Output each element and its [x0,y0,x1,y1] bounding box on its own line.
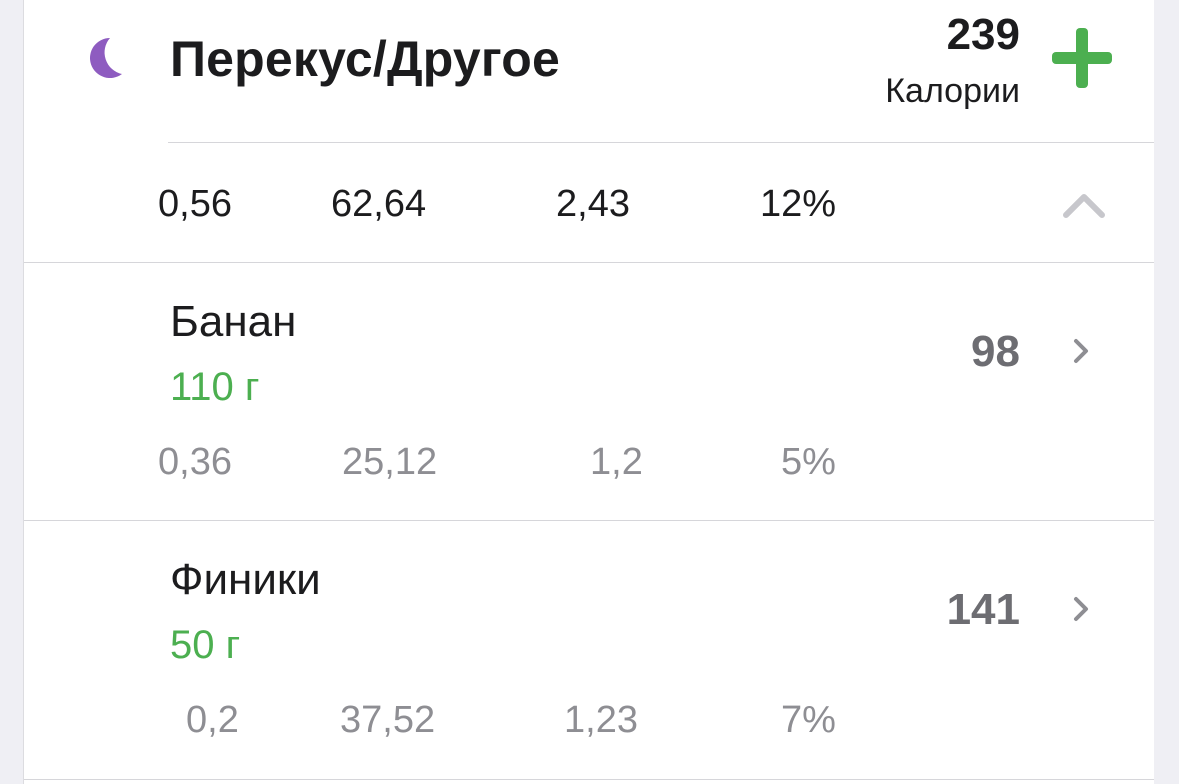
food-item-calories: 98 [971,327,1020,376]
food-item-name: Банан [170,297,297,346]
meal-card: Перекус/Другое 239 Калории 0,56 62,64 2,… [24,0,1154,784]
chevron-right-icon [1074,339,1088,363]
summary-percent: 12% [760,183,837,225]
summary-fat: 0,56 [158,183,232,225]
summary-protein: 2,43 [556,183,630,225]
food-item-protein: 1,2 [590,441,643,483]
chevron-right-icon [1074,597,1088,621]
food-item-carbs: 37,52 [340,699,436,741]
food-item-percent: 7% [781,699,836,741]
meal-title: Перекус/Другое [170,31,561,87]
meal-header: Перекус/Другое 239 Калории [24,0,1154,142]
background-edge [1154,0,1179,784]
food-item-amount: 110 г [170,365,260,409]
food-item-calories: 141 [946,585,1020,634]
meal-summary-row: 0,56 62,64 2,43 12% [24,143,1154,262]
moon-icon [90,38,122,78]
food-item-fat: 0,36 [158,441,232,483]
food-item-protein: 1,23 [564,699,638,741]
summary-carbs: 62,64 [331,183,427,225]
meal-calories-label: Калории [885,72,1020,110]
plus-icon [1052,28,1112,88]
chevron-up-icon[interactable] [1062,191,1106,219]
food-item-row[interactable]: Финики 50 г 141 0,2 37,52 1,23 7% [24,521,1154,779]
food-item-name: Финики [170,555,321,604]
add-food-button[interactable] [1050,26,1114,90]
food-item-row[interactable]: Банан 110 г 98 0,36 25,12 1,2 5% [24,263,1154,521]
meal-calories-value: 239 [946,10,1020,59]
food-item-amount: 50 г [170,623,241,667]
food-item-carbs: 25,12 [342,441,438,483]
food-item-percent: 5% [781,441,836,483]
card-bottom-divider [24,779,1154,780]
food-item-fat: 0,2 [186,699,239,741]
